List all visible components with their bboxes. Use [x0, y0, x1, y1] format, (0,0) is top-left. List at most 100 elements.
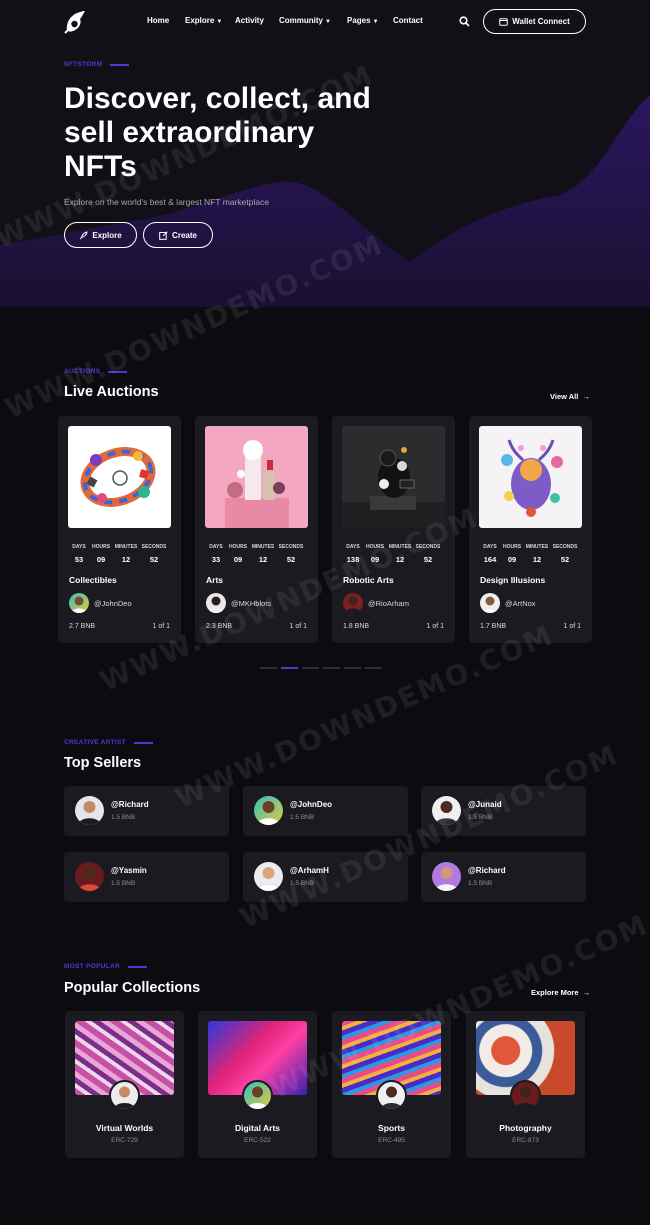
- timer-label-seconds: SECONDS: [278, 544, 304, 550]
- logo-icon[interactable]: [64, 10, 86, 34]
- kicker-line: [127, 965, 147, 968]
- auction-creator[interactable]: @JohnDeo: [69, 593, 132, 613]
- timer-label-hours: HOURS: [365, 544, 385, 550]
- slider-dot[interactable]: [323, 667, 340, 669]
- chevron-down-icon: ▼: [325, 19, 331, 25]
- auction-artwork[interactable]: [68, 426, 171, 528]
- hero-subtitle: Explore on the world's best & largest NF…: [64, 197, 270, 207]
- wallet-connect-label: Wallet Connect: [512, 17, 570, 26]
- timer-hours: 09: [233, 555, 243, 564]
- avatar: [206, 593, 226, 613]
- nav-home[interactable]: Home: [147, 16, 169, 25]
- slider-dot[interactable]: [281, 667, 298, 669]
- auction-card[interactable]: DAYS 138 HOURS 09 MINUTES 12 SECONDS 52 Robo…: [332, 416, 455, 643]
- create-button[interactable]: Create: [143, 222, 213, 248]
- seller-name: @Junaid: [468, 800, 502, 809]
- auction-category[interactable]: Arts: [206, 575, 223, 585]
- collection-name: Sports: [378, 1123, 405, 1133]
- wallet-connect-button[interactable]: Wallet Connect: [483, 9, 586, 34]
- sellers-kicker: CREATIVE ARTIST: [64, 739, 153, 746]
- seller-balance: 1.5 BNB: [468, 814, 493, 821]
- seller-card[interactable]: @Yasmin 1.5 BNB: [64, 852, 229, 902]
- avatar: [510, 1080, 541, 1111]
- avatar: [254, 862, 283, 891]
- timer-minutes: 12: [121, 555, 131, 564]
- nav-contact-label: Contact: [393, 16, 423, 25]
- explore-button[interactable]: Explore: [64, 222, 137, 248]
- collections-kicker: MOST POPULAR: [64, 963, 147, 970]
- slider-dot[interactable]: [344, 667, 361, 669]
- nav-explore-label: Explore: [185, 16, 215, 25]
- watermark: WWW.DOWNDEMO.COM: [235, 737, 624, 936]
- nav-explore[interactable]: Explore ▼: [185, 16, 222, 25]
- creator-name: @MKHblots: [231, 598, 272, 608]
- nav-contact[interactable]: Contact: [393, 16, 423, 25]
- kicker-line: [108, 370, 128, 373]
- auction-creator[interactable]: @ArtNox: [480, 593, 536, 613]
- auction-artwork[interactable]: [205, 426, 308, 528]
- timer-label-hours: HOURS: [228, 544, 248, 550]
- collection-card[interactable]: Digital Arts ERC-522: [198, 1011, 317, 1158]
- nav-activity[interactable]: Activity: [235, 16, 264, 25]
- timer-label-seconds: SECONDS: [141, 544, 167, 550]
- auctions-kicker: AUCTIONS: [64, 368, 128, 375]
- create-button-label: Create: [172, 230, 197, 240]
- seller-card[interactable]: @Richard 1.5 BNB: [64, 786, 229, 836]
- auction-edition: 1 of 1: [426, 623, 444, 630]
- seller-card[interactable]: @JohnDeo 1.5 BNB: [243, 786, 408, 836]
- collection-card[interactable]: Photography ERC-873: [466, 1011, 585, 1158]
- arrow-right-icon: →: [582, 392, 590, 401]
- nav-community-label: Community: [279, 16, 323, 25]
- nav-community[interactable]: Community ▼: [279, 16, 331, 25]
- auction-category[interactable]: Collectibles: [69, 575, 117, 585]
- auction-artwork[interactable]: [342, 426, 445, 528]
- rocket-icon: [79, 230, 88, 239]
- auction-price: 2.7 BNB: [69, 623, 96, 630]
- avatar: [75, 862, 104, 891]
- nav-pages-label: Pages: [347, 16, 371, 25]
- timer-label-minutes: MINUTES: [525, 544, 549, 550]
- hero-title: Discover, collect, and sell extraordinar…: [64, 82, 371, 183]
- avatar: [432, 796, 461, 825]
- auction-edition: 1 of 1: [563, 623, 581, 630]
- auction-artwork[interactable]: [479, 426, 582, 528]
- collectibles-artwork: [80, 447, 156, 507]
- avatar: [376, 1080, 407, 1111]
- avatar: [109, 1080, 140, 1111]
- slider-dot[interactable]: [302, 667, 319, 669]
- auction-card[interactable]: DAYS 33 HOURS 09 MINUTES 12 SECONDS 52 Arts …: [195, 416, 318, 643]
- seller-card[interactable]: @ArhamH 1.5 BNB: [243, 852, 408, 902]
- collection-card[interactable]: Sports ERC-495: [332, 1011, 451, 1158]
- auction-creator[interactable]: @MKHblots: [206, 593, 271, 613]
- seller-card[interactable]: @Junaid 1.5 BNB: [421, 786, 586, 836]
- sellers-title: Top Sellers: [64, 755, 142, 771]
- collection-code: ERC-873: [512, 1137, 539, 1144]
- auction-creator[interactable]: @RioArham: [343, 593, 409, 613]
- timer-seconds: 52: [560, 555, 570, 564]
- design-illusions-artwork: [501, 439, 563, 517]
- nav-pages[interactable]: Pages ▼: [347, 16, 379, 25]
- slider-dot[interactable]: [365, 667, 382, 669]
- collection-name: Photography: [499, 1123, 552, 1133]
- timer-minutes: 12: [258, 555, 268, 564]
- watermark: WWW.DOWNDEMO.COM: [265, 907, 650, 1106]
- explore-more-link[interactable]: Explore More →: [531, 988, 590, 997]
- collection-card[interactable]: Virtual Worlds ERC-729: [65, 1011, 184, 1158]
- auction-card[interactable]: DAYS 164 HOURS 09 MINUTES 12 SECONDS 52 Desi…: [469, 416, 592, 643]
- nav-activity-label: Activity: [235, 16, 264, 25]
- auction-category[interactable]: Robotic Arts: [343, 575, 394, 585]
- timer-label-hours: HOURS: [91, 544, 111, 550]
- slider-dot[interactable]: [260, 667, 277, 669]
- avatar: [69, 593, 89, 613]
- seller-name: @Richard: [111, 800, 149, 809]
- seller-card[interactable]: @Richard 1.5 BNB: [421, 852, 586, 902]
- slider-pagination: [260, 667, 382, 669]
- view-all-link[interactable]: View All →: [550, 392, 590, 401]
- collection-code: ERC-495: [378, 1137, 405, 1144]
- auction-card[interactable]: DAYS 53 HOURS 09 MINUTES 12 SECONDS 52 Colle…: [58, 416, 181, 643]
- avatar: [343, 593, 363, 613]
- auction-category[interactable]: Design Illusions: [480, 575, 545, 585]
- timer-hours: 09: [370, 555, 380, 564]
- search-icon[interactable]: [459, 16, 470, 27]
- timer-hours: 09: [507, 555, 517, 564]
